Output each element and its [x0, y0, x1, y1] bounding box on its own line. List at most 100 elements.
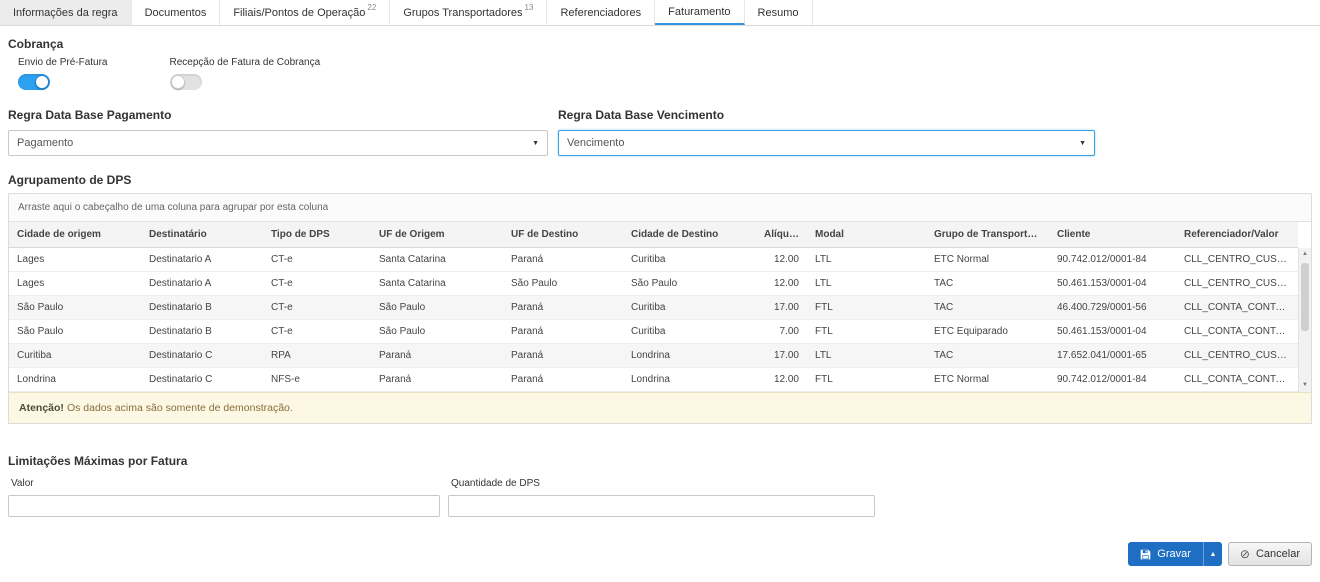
tab-label: Faturamento — [668, 6, 730, 18]
tab-filiais-pontos-de-operacao[interactable]: Filiais/Pontos de Operação22 — [220, 0, 390, 25]
table-cell: Lages — [9, 248, 141, 271]
limitacoes-section: Limitações Máximas por Fatura Valor Quan… — [8, 454, 1312, 517]
agrupamento-grid: Arraste aqui o cabeçalho de uma coluna p… — [8, 193, 1312, 424]
demo-warning-message: Atenção!Os dados acima são somente de de… — [9, 392, 1311, 423]
table-row[interactable]: São PauloDestinatario BCT-eSão PauloPara… — [9, 296, 1298, 320]
pagamento-select[interactable]: Pagamento ▼ — [8, 130, 548, 156]
table-cell: CT-e — [263, 320, 371, 343]
table-cell: São Paulo — [9, 296, 141, 319]
tab-referenciadores[interactable]: Referenciadores — [547, 0, 655, 25]
regra-vencimento-column: Regra Data Base Vencimento Vencimento ▼ — [558, 108, 1095, 156]
table-cell: Santa Catarina — [371, 248, 503, 271]
gravar-button[interactable]: Gravar — [1128, 542, 1203, 566]
cancelar-button[interactable]: ⊘ Cancelar — [1228, 542, 1312, 566]
cobranca-heading: Cobrança — [8, 37, 1312, 51]
cancelar-label: Cancelar — [1256, 548, 1300, 560]
column-header[interactable]: Modal — [807, 222, 926, 247]
recepcao-fatura-toggle[interactable] — [170, 74, 202, 90]
column-header[interactable]: Tipo de DPS — [263, 222, 371, 247]
vertical-scrollbar[interactable]: ▲ ▼ — [1298, 248, 1311, 392]
column-header[interactable]: UF de Origem — [371, 222, 503, 247]
table-row[interactable]: São PauloDestinatario BCT-eSão PauloPara… — [9, 320, 1298, 344]
table-cell: TAC — [926, 272, 1049, 295]
table-cell: ETC Equiparado — [926, 320, 1049, 343]
table-cell: 46.400.729/0001-56 — [1049, 296, 1176, 319]
scrollbar-thumb[interactable] — [1301, 263, 1309, 331]
table-cell: São Paulo — [371, 320, 503, 343]
valor-input[interactable] — [8, 495, 440, 517]
tab-count-badge: 22 — [367, 3, 376, 12]
table-row[interactable]: CuritibaDestinatario CRPAParanáParanáLon… — [9, 344, 1298, 368]
table-cell: Destinatario C — [141, 344, 263, 367]
table-cell: Destinatario B — [141, 296, 263, 319]
table-cell: 12.00 — [756, 368, 807, 391]
table-cell: FTL — [807, 320, 926, 343]
table-cell: 90.742.012/0001-84 — [1049, 368, 1176, 391]
data-base-rules-row: Regra Data Base Pagamento Pagamento ▼ Re… — [8, 108, 1312, 156]
tab-label: Referenciadores — [560, 7, 641, 19]
table-cell: Curitiba — [623, 320, 756, 343]
table-cell: 50.461.153/0001-04 — [1049, 320, 1176, 343]
column-header[interactable]: Alíquota — [756, 222, 807, 247]
table-cell: 7.00 — [756, 320, 807, 343]
scroll-down-icon[interactable]: ▼ — [1299, 379, 1311, 392]
tab-faturamento[interactable]: Faturamento — [655, 0, 744, 25]
table-cell: São Paulo — [503, 272, 623, 295]
scrollbar-track[interactable] — [1299, 261, 1311, 379]
column-header[interactable]: Referenciador/Valor — [1176, 222, 1298, 247]
envio-pre-fatura-toggle[interactable] — [18, 74, 50, 90]
pagamento-select-value: Pagamento — [17, 137, 73, 149]
quantidade-dps-label: Quantidade de DPS — [448, 478, 875, 489]
table-cell: São Paulo — [623, 272, 756, 295]
chevron-down-icon: ▼ — [532, 140, 539, 147]
vencimento-select[interactable]: Vencimento ▼ — [558, 130, 1095, 156]
table-row[interactable]: LagesDestinatario ACT-eSanta CatarinaSão… — [9, 272, 1298, 296]
tab-informacoes-da-regra[interactable]: Informações da regra — [0, 0, 132, 25]
tab-resumo[interactable]: Resumo — [745, 0, 813, 25]
table-cell: 12.00 — [756, 248, 807, 271]
table-cell: NFS-e — [263, 368, 371, 391]
table-cell: Destinatario A — [141, 272, 263, 295]
group-drop-zone[interactable]: Arraste aqui o cabeçalho de uma coluna p… — [9, 194, 1311, 222]
chevron-down-icon: ▼ — [1079, 140, 1086, 147]
scroll-up-icon[interactable]: ▲ — [1299, 248, 1311, 261]
tab-grupos-transportadores[interactable]: Grupos Transportadores13 — [390, 0, 547, 25]
table-row[interactable]: LondrinaDestinatario CNFS-eParanáParanáL… — [9, 368, 1298, 392]
table-cell: 17.00 — [756, 296, 807, 319]
regra-pagamento-heading: Regra Data Base Pagamento — [8, 108, 548, 122]
regra-pagamento-column: Regra Data Base Pagamento Pagamento ▼ — [8, 108, 548, 156]
table-cell: LTL — [807, 248, 926, 271]
table-cell: Destinatario B — [141, 320, 263, 343]
table-cell: Paraná — [503, 248, 623, 271]
group-hint-text: Arraste aqui o cabeçalho de uma coluna p… — [18, 202, 328, 213]
table-cell: Destinatario A — [141, 248, 263, 271]
cobranca-toggles: Envio de Pré-Fatura Recepção de Fatura d… — [8, 57, 1312, 90]
tab-bar: Informações da regra Documentos Filiais/… — [0, 0, 1320, 26]
quantidade-dps-input[interactable] — [448, 495, 875, 517]
table-cell: Destinatario C — [141, 368, 263, 391]
tab-documentos[interactable]: Documentos — [132, 0, 221, 25]
column-header[interactable]: Grupo de Transportador — [926, 222, 1049, 247]
column-header[interactable]: Cliente — [1049, 222, 1176, 247]
recepcao-fatura-label: Recepção de Fatura de Cobrança — [170, 57, 321, 68]
column-header[interactable]: UF de Destino — [503, 222, 623, 247]
warning-text: Os dados acima são somente de demonstraç… — [67, 402, 293, 414]
gravar-dropup-toggle[interactable]: ▲ — [1203, 542, 1222, 566]
column-header[interactable]: Cidade de origem — [9, 222, 141, 247]
table-cell: Paraná — [371, 368, 503, 391]
grid-body-wrapper: LagesDestinatario ACT-eSanta CatarinaPar… — [9, 248, 1311, 392]
table-cell: CLL_CONTA_CONTABIL: DEPART_B — [1176, 320, 1298, 343]
table-cell: Curitiba — [623, 248, 756, 271]
table-cell: CT-e — [263, 248, 371, 271]
column-header[interactable]: Cidade de Destino — [623, 222, 756, 247]
table-cell: CLL_CENTRO_CUSTO: TL_DIST — [1176, 272, 1298, 295]
save-icon — [1140, 549, 1151, 560]
gravar-split-button[interactable]: Gravar ▲ — [1128, 542, 1222, 566]
table-cell: 17.652.041/0001-65 — [1049, 344, 1176, 367]
table-row[interactable]: LagesDestinatario ACT-eSanta CatarinaPar… — [9, 248, 1298, 272]
table-cell: Londrina — [623, 344, 756, 367]
column-header[interactable]: Destinatário — [141, 222, 263, 247]
table-cell: Paraná — [503, 368, 623, 391]
table-cell: CT-e — [263, 272, 371, 295]
table-cell: CT-e — [263, 296, 371, 319]
